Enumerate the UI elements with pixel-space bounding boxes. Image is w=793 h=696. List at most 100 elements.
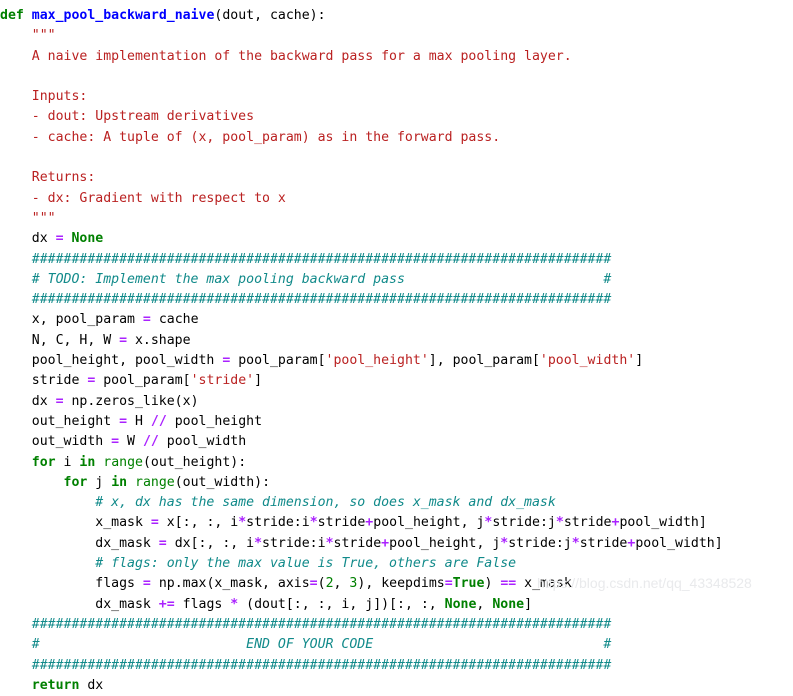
code-line: A naive implementation of the backward p… [0,47,793,67]
code-token-plain: pool_param[ [230,353,326,369]
code-token-op: = [142,312,151,328]
code-line: x_mask = x[:, :, i*stride:i*stride+pool_… [0,513,793,533]
code-token-op: = [55,231,64,247]
code-line: # x, dx has the same dimension, so does … [0,493,793,513]
code-token-plain: cache [150,312,199,328]
code-token-comment: ########################################… [0,292,612,308]
code-token-builtin: range [135,474,175,490]
code-token-kw: in [79,454,96,470]
code-token-plain: ], pool_param[ [428,353,540,369]
code-token-plain: pool_width] [619,515,707,531]
code-token-op: * [238,515,247,531]
code-token-plain: H [127,413,151,429]
code-token-fname: max_pool_backward_naive [31,8,215,23]
code-line: x, pool_param = cache [0,310,793,330]
code-token-plain: flags [174,596,231,612]
code-token-op: * [571,535,580,551]
code-token-plain: stride [0,373,88,389]
code-token-kw: for [63,474,88,490]
code-token-op: = [309,576,318,592]
code-line: N, C, H, W = x.shape [0,331,793,351]
code-token-str: 'stride' [190,373,255,389]
code-token-op: * [254,535,263,551]
code-line: return dx [0,676,793,696]
code-token-op: = [142,576,151,592]
code-token-comment: # x, dx has the same dimension, so does … [0,495,556,511]
code-line: ########################################… [0,290,793,310]
code-token-plain: (out_width): [174,474,271,490]
code-line: # END OF YOUR CODE # [0,635,793,655]
code-token-plain: dx [0,231,56,247]
code-token-plain: stride [579,535,628,551]
code-line: for i in range(out_height): [0,453,793,473]
code-token-op: = [111,434,120,450]
code-token-plain: j [87,474,112,490]
code-line: dx_mask = dx[:, :, i*stride:i*stride+poo… [0,534,793,554]
code-viewer: def max_pool_backward_naive(dout, cache)… [0,0,793,693]
code-token-doc: - dx: Gradient with respect to x [0,190,286,206]
code-token-plain: pool_width] [635,535,723,551]
code-token-op: = [150,515,159,531]
code-token-plain: ] [635,353,644,369]
code-token-plain: pool_height [166,413,263,429]
code-line: ########################################… [0,615,793,635]
code-token-plain: W [119,434,143,450]
code-line: pool_height, pool_width = pool_param['po… [0,351,793,371]
code-token-doc: Inputs: [0,89,88,105]
code-token-doc: - dout: Upstream derivatives [0,109,255,125]
code-token-plain: out_height [0,413,120,429]
code-token-plain: stride [317,515,366,531]
code-token-kwc: None [71,231,104,247]
code-token-doc: """ [0,28,56,44]
code-token-op: + [381,535,390,551]
code-line: for j in range(out_width): [0,473,793,493]
code-token-plain: , [476,596,493,612]
code-line: - cache: A tuple of (x, pool_param) as i… [0,128,793,148]
code-token-kw: return [31,677,80,693]
code-line: Returns: [0,168,793,188]
code-line: def max_pool_backward_naive(dout, cache)… [0,6,793,26]
code-token-doc: A naive implementation of the backward p… [0,48,572,64]
code-token-op: = [158,535,167,551]
code-token-op: * [309,515,318,531]
code-token-comment: ########################################… [0,251,612,267]
code-token-comment: ########################################… [0,616,612,632]
watermark-text: https://blog.csdn.net/qq_43348528 [537,575,752,591]
code-token-doc: Returns: [0,170,96,186]
code-token-plain: np.max(x_mask, axis [150,576,310,592]
code-token-plain: ) [484,576,501,592]
code-token-kw: def [0,8,24,23]
code-token-comment: # flags: only the max value is True, oth… [0,556,517,572]
code-token-op: // [150,413,167,429]
code-token-plain: , [333,576,350,592]
code-token-kw: in [111,474,128,490]
code-token-plain: ] [524,596,533,612]
code-token-plain: dx [79,677,104,693]
code-token-str: 'pool_width' [539,353,636,369]
code-token-plain: stride:j [508,535,572,551]
code-token-comment: # TODO: Implement the max pooling backwa… [0,271,612,287]
code-token-plain: dx[:, :, i [166,535,255,551]
code-line: # flags: only the max value is True, oth… [0,554,793,574]
code-token-kwc: None [492,596,525,612]
code-token-plain: x, pool_param [0,312,143,328]
code-token-plain: stride:i [246,515,310,531]
code-token-op: == [500,576,517,592]
code-line: - dout: Upstream derivatives [0,107,793,127]
code-line: ########################################… [0,250,793,270]
code-line: dx = None [0,229,793,249]
code-token-plain: stride:j [492,515,556,531]
code-token-kw: for [31,454,56,470]
code-token-op: * [555,515,564,531]
code-token-plain: dx [0,393,56,409]
code-token-plain: dx_mask [0,596,159,612]
code-token-plain: i [55,454,80,470]
code-token-plain: dx_mask [0,535,159,551]
code-line: out_height = H // pool_height [0,412,793,432]
code-token-plain: stride:i [262,535,326,551]
